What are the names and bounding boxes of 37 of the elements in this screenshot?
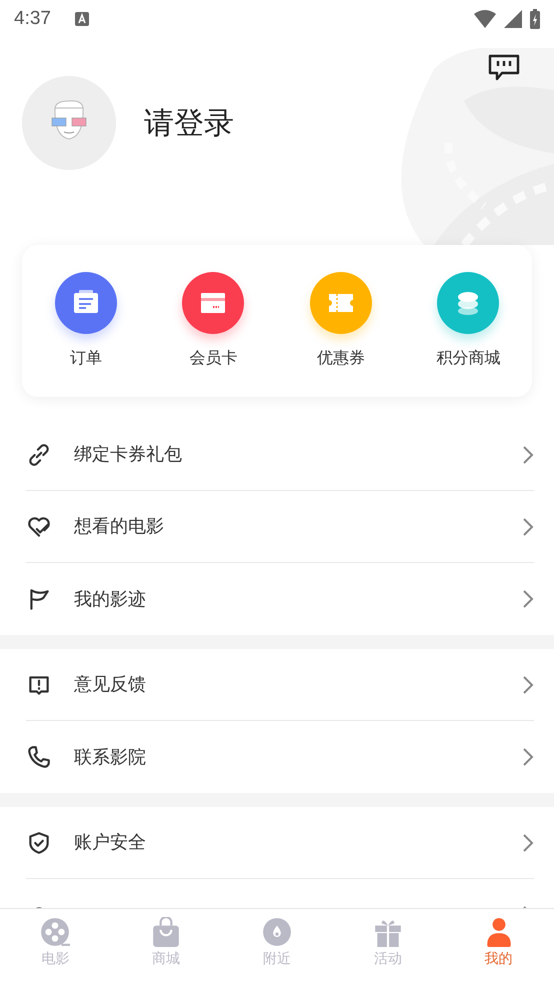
film-reel-icon (40, 917, 70, 947)
status-time: 4:37 (14, 6, 51, 31)
chevron-right-icon (522, 674, 534, 694)
chevron-right-icon (522, 832, 534, 852)
menu-label: 账户安全 (74, 831, 147, 855)
menu-item[interactable]: 想看的电影 (26, 491, 534, 563)
clipboard-icon[interactable] (54, 272, 117, 334)
shortcut-label[interactable]: 优惠券 (316, 346, 365, 370)
shortcut-label[interactable]: 订单 (70, 346, 102, 370)
message-icon[interactable] (488, 54, 520, 82)
menu-label: 联系影院 (74, 746, 147, 770)
notification-icon (74, 12, 89, 26)
chevron-right-icon (522, 444, 534, 464)
menu-label: 绑定卡券礼包 (74, 443, 183, 467)
menu-item[interactable]: 意见反馈 (26, 649, 534, 721)
menu-label: 我的影迹 (74, 588, 147, 612)
menu-label: 想看的电影 (74, 515, 165, 539)
battery-icon (530, 9, 540, 29)
menu-item[interactable]: 联系影院 (26, 721, 534, 793)
menu-label: 意见反馈 (74, 673, 147, 697)
menu-item[interactable]: 账户安全 (26, 807, 534, 879)
shortcut-label[interactable]: 积分商城 (436, 346, 500, 370)
menu-item[interactable]: 绑定卡券礼包 (26, 419, 534, 491)
phone-icon (26, 744, 52, 770)
chevron-right-icon (522, 516, 534, 536)
wifi-icon (474, 10, 496, 28)
signal-icon (504, 10, 522, 28)
location-icon (262, 917, 292, 947)
card-icon[interactable] (182, 272, 244, 334)
ticket-icon[interactable] (310, 272, 372, 334)
shortcut-label[interactable]: 会员卡 (189, 346, 238, 370)
coin-stack-icon[interactable] (437, 272, 500, 334)
menu-item[interactable]: 我的影迹 (26, 563, 534, 635)
login-prompt[interactable]: 请登录 (144, 100, 234, 146)
chevron-right-icon (522, 589, 534, 609)
chevron-right-icon (522, 747, 534, 767)
shopping-bag-icon (151, 917, 182, 947)
